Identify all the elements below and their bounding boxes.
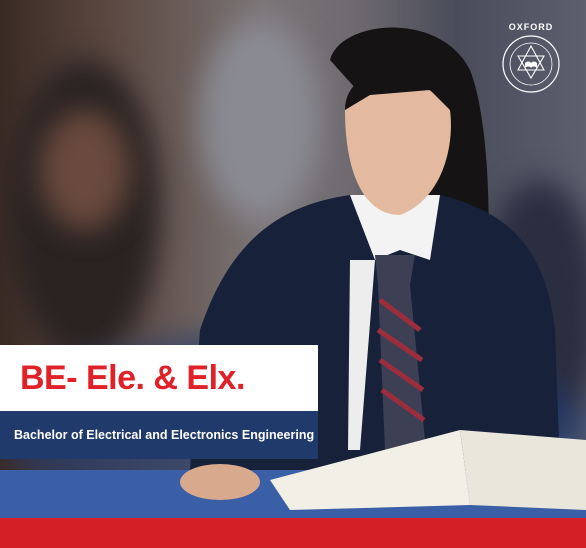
banner-title-panel: BE- Ele. & Elx. <box>0 345 318 411</box>
college-crest-icon <box>502 35 560 93</box>
photo-background: OXFORD BE- Ele. & Elx. Bachelor of Elect… <box>0 0 586 548</box>
logo-name: OXFORD <box>508 22 554 32</box>
college-logo: OXFORD <box>494 22 568 99</box>
bottom-red-bar <box>0 518 586 548</box>
program-banner: BE- Ele. & Elx. Bachelor of Electrical a… <box>0 345 318 459</box>
banner-subtitle-panel: Bachelor of Electrical and Electronics E… <box>0 411 318 459</box>
program-subtitle: Bachelor of Electrical and Electronics E… <box>14 428 315 442</box>
program-title: BE- Ele. & Elx. <box>20 358 245 397</box>
